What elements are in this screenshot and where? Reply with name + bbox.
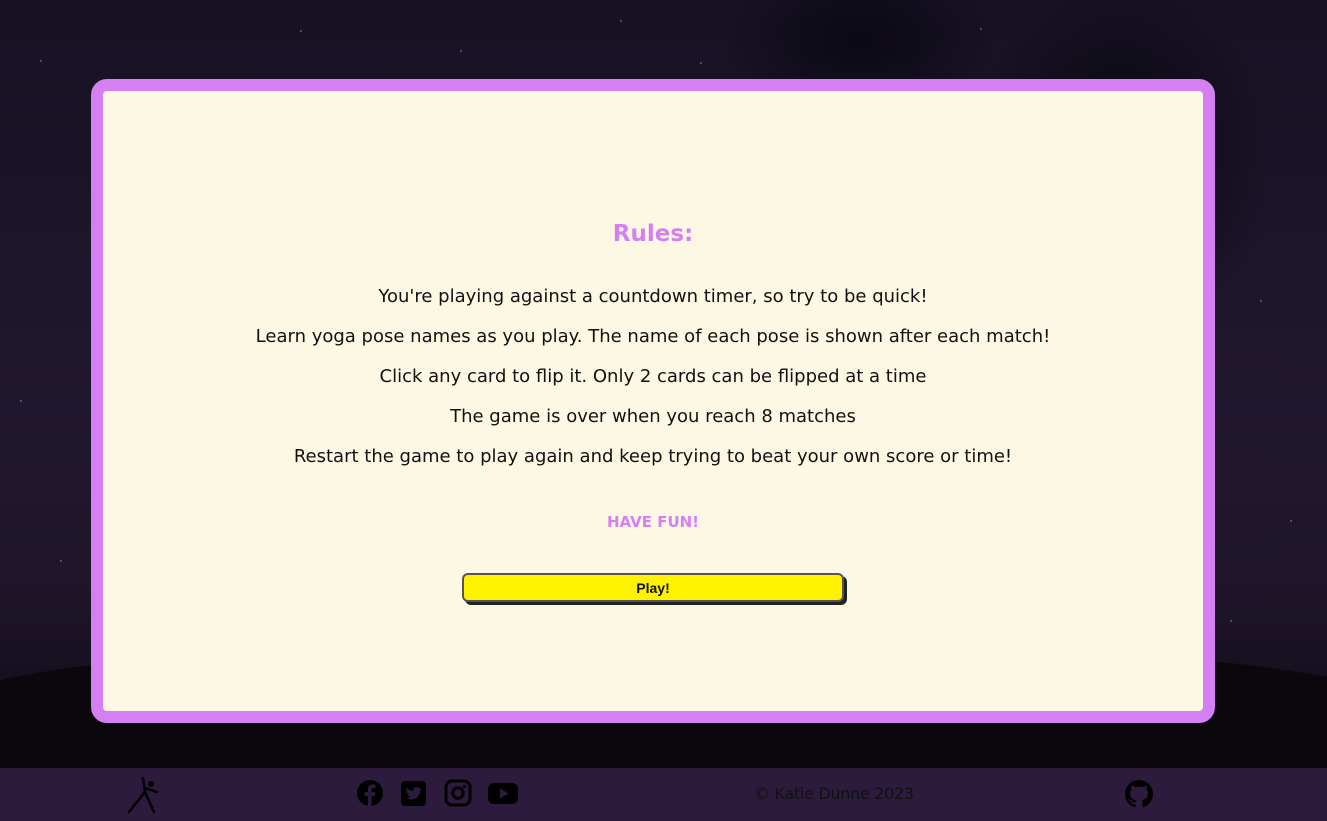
yoga-pose-icon[interactable]	[124, 776, 160, 814]
social-links	[356, 779, 518, 807]
rule-item: Learn yoga pose names as you play. The n…	[255, 326, 1051, 347]
rule-item: Restart the game to play again and keep …	[293, 446, 1013, 467]
youtube-icon[interactable]	[488, 779, 518, 807]
instagram-icon[interactable]	[444, 779, 472, 807]
twitter-icon[interactable]	[400, 779, 428, 807]
rules-title: Rules:	[612, 221, 694, 247]
have-fun-text: HAVE FUN!	[606, 513, 700, 531]
copyright-text: © Katie Dunne 2023	[754, 784, 914, 803]
rule-item: The game is over when you reach 8 matche…	[450, 406, 856, 427]
rules-list: You're playing against a countdown timer…	[103, 277, 1203, 477]
rules-modal: Rules: You're playing against a countdow…	[91, 79, 1215, 723]
rule-item: Click any card to flip it. Only 2 cards …	[379, 366, 927, 387]
rule-item: You're playing against a countdown timer…	[378, 286, 928, 307]
footer: © Katie Dunne 2023	[0, 768, 1327, 821]
github-icon[interactable]	[1125, 780, 1153, 808]
facebook-icon[interactable]	[356, 779, 384, 807]
play-button[interactable]: Play!	[462, 573, 844, 602]
